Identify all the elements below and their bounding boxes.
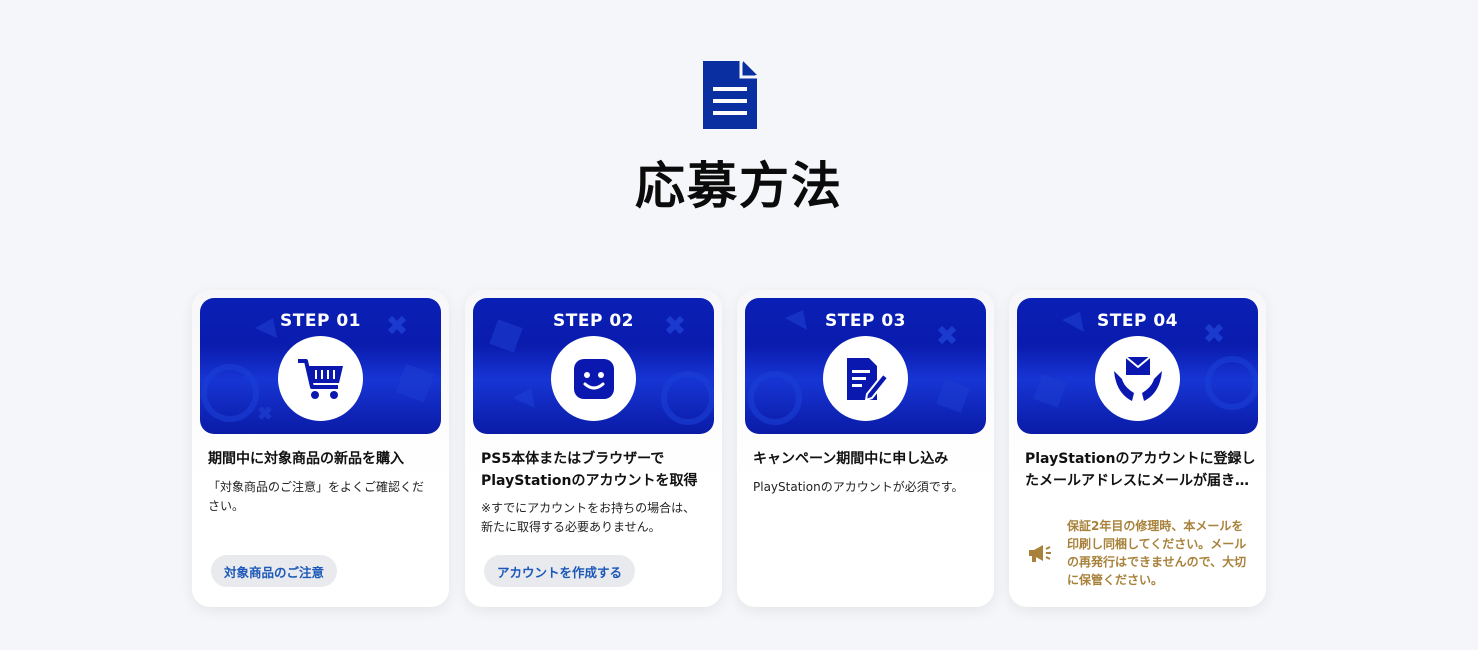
step-description: ※すでにアカウントをお持ちの場合は、新たに取得する必要ありません。: [481, 501, 696, 534]
step-icon-circle: [823, 336, 908, 421]
step-icon-circle: [1095, 336, 1180, 421]
step-title: PlayStationのアカウントに登録したメールアドレスにメールが届き…: [1025, 451, 1256, 489]
create-account-button[interactable]: アカウントを作成する: [484, 555, 636, 587]
step-label: STEP 02: [553, 311, 634, 331]
step-icon-circle: [551, 336, 636, 421]
mail-hands-icon: [1113, 355, 1162, 401]
step-card-4: STEP 04 PlayStationのアカウントに登録したメールアドレスにメー…: [1009, 290, 1266, 607]
step-label: STEP 01: [280, 311, 361, 331]
step-banner: STEP 03: [745, 298, 986, 434]
shopping-cart-icon: [297, 358, 343, 399]
step-label: STEP 04: [1097, 311, 1178, 331]
step-description: PlayStationのアカウントが必須です。: [753, 480, 964, 494]
smiley-face-icon: [573, 358, 614, 399]
notice-text: 保証2年目の修理時、本メールを印刷し同梱してください。メールの再発行はできません…: [1067, 519, 1247, 587]
step-banner: STEP 01: [200, 298, 441, 434]
step-card-3: STEP 03 キャンペーン期間中に申し込み PlayStationのアカウント…: [737, 290, 994, 607]
step-card-2: STEP 02 PS5本体またはブラウザーでPlayStationのアカウントを…: [465, 290, 722, 607]
step-title: 期間中に対象商品の新品を購入: [208, 451, 404, 467]
megaphone-icon: [1029, 545, 1051, 562]
caution-products-button[interactable]: 対象商品のご注意: [211, 555, 338, 587]
notice-box: 保証2年目の修理時、本メールを印刷し同梱してください。メールの再発行はできません…: [1025, 516, 1257, 596]
step-banner: STEP 04: [1017, 298, 1258, 434]
step-title: PS5本体またはブラウザーでPlayStationのアカウントを取得: [481, 451, 698, 489]
step-icon-circle: [278, 336, 363, 421]
step-label: STEP 03: [825, 311, 906, 331]
document-icon: [703, 61, 757, 129]
step-description: 「対象商品のご注意」をよくご確認ください。: [208, 480, 425, 513]
step-banner: STEP 02: [473, 298, 714, 434]
step-card-1: STEP 01 期間中に対象商品の新品を購入 「対象商品のご注意」をよくご確認く…: [192, 290, 449, 607]
step-title: キャンペーン期間中に申し込み: [753, 451, 949, 467]
section-title: 応募方法: [635, 157, 843, 215]
form-edit-icon: [846, 357, 889, 401]
